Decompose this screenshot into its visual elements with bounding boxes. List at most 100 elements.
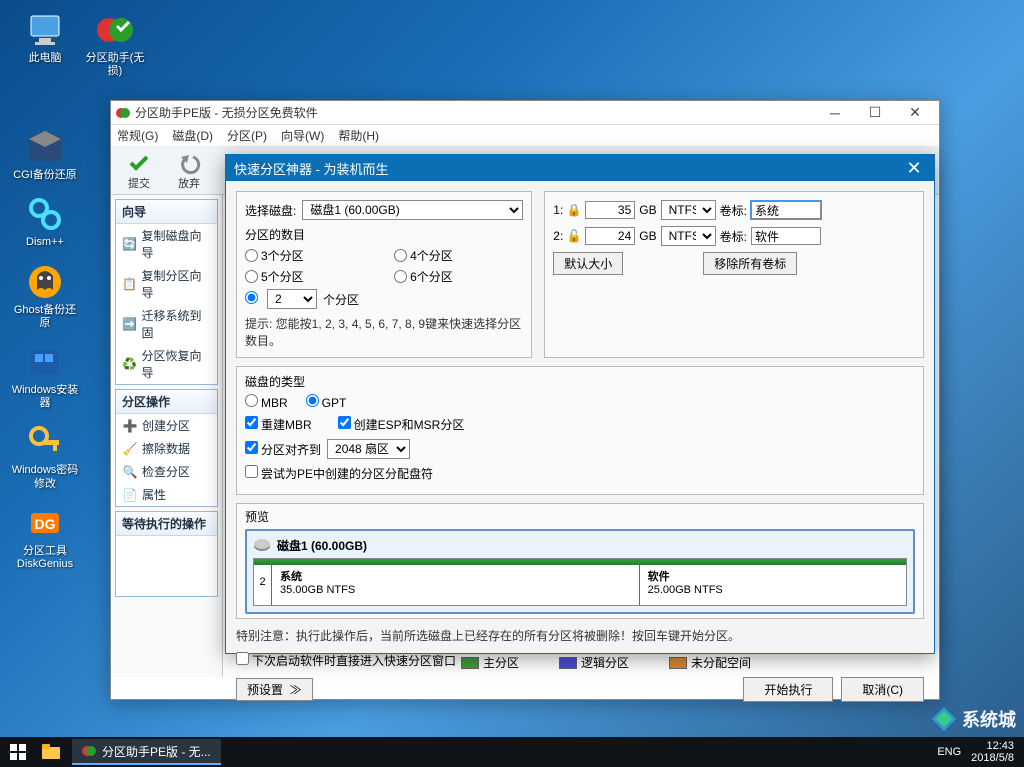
sidebar-item-check[interactable]: 🔍检查分区 (116, 460, 217, 483)
commit-button[interactable]: 提交 (119, 151, 159, 191)
app-title: 分区助手PE版 - 无损分区免费软件 (135, 104, 815, 121)
dialog-title: 快速分区神器 - 为装机而生 (234, 159, 902, 178)
fs-select-2[interactable]: NTFS (661, 226, 716, 246)
preview-part-1[interactable]: 系统 35.00GB NTFS (272, 559, 640, 605)
radio-mbr[interactable]: MBR (245, 394, 288, 410)
dialog-close-button[interactable]: ✕ (902, 158, 926, 178)
radio-6[interactable]: 6个分区 (394, 268, 523, 285)
check-icon (127, 151, 151, 175)
start-button[interactable]: 开始执行 (743, 677, 833, 702)
size-input-1[interactable] (585, 201, 635, 219)
close-button[interactable]: ✕ (895, 102, 935, 124)
sidebar-item-props[interactable]: 📄属性 (116, 483, 217, 506)
check-try-pe[interactable]: 尝试为PE中创建的分区分配盘符 (245, 465, 433, 482)
tray-lang[interactable]: ENG (937, 746, 961, 758)
desktop-icon-pa[interactable]: 分区助手(无损) (80, 10, 150, 78)
radio-gpt[interactable]: GPT (306, 394, 347, 410)
volume-input-2[interactable] (751, 227, 821, 245)
minimize-button[interactable]: ─ (815, 102, 855, 124)
taskbar-explorer-icon[interactable] (36, 737, 66, 767)
preview-label: 预览 (245, 508, 915, 525)
hint-text: 提示: 您能按1, 2, 3, 4, 5, 6, 7, 8, 9键来快速选择分区… (245, 315, 523, 349)
radio-5[interactable]: 5个分区 (245, 268, 374, 285)
check-align[interactable]: 分区对齐到 (245, 441, 321, 458)
custom-count-select[interactable]: 2 (267, 289, 317, 309)
partition-count-radios: 3个分区 4个分区 5个分区 6个分区 (245, 247, 523, 285)
right-panel: 1: 🔒 GB NTFS 卷标: 2: 🔓 GB NTFS 卷标: (544, 191, 924, 358)
menu-wizard[interactable]: 向导(W) (281, 127, 324, 144)
align-select[interactable]: 2048 扇区 (327, 439, 410, 459)
lock-icon[interactable]: 🔓 (567, 229, 581, 243)
desktop-icon-ghost[interactable]: Ghost备份还原 (10, 262, 80, 330)
desktop-icon-pwd[interactable]: Windows密码修改 (10, 422, 80, 490)
partition-count-label: 分区的数目 (245, 226, 523, 243)
radio-3[interactable]: 3个分区 (245, 247, 374, 264)
tray-date[interactable]: 2018/5/8 (971, 752, 1014, 764)
remove-labels-button[interactable]: 移除所有卷标 (703, 252, 797, 275)
menu-partition[interactable]: 分区(P) (227, 127, 267, 144)
pa-icon (95, 10, 135, 50)
sidebar-item-copy-part[interactable]: 📋复制分区向导 (116, 264, 217, 304)
sidebar-item-copy-disk[interactable]: 🔄复制磁盘向导 (116, 224, 217, 264)
app-titlebar[interactable]: 分区助手PE版 - 无损分区免费软件 ─ ☐ ✕ (111, 101, 939, 125)
preview-part-2[interactable]: 软件 25.00GB NTFS (640, 559, 906, 605)
preview-fieldset: 预览 磁盘1 (60.00GB) 2 系统 35.00GB NTFS 软件 (236, 503, 924, 619)
check-rebuild-mbr[interactable]: 重建MBR (245, 416, 312, 433)
disk-type-fieldset: 磁盘的类型 MBR GPT 重建MBR 创建ESP和MSR分区 分区对齐到 20… (236, 366, 924, 495)
size-input-2[interactable] (585, 227, 635, 245)
maximize-button[interactable]: ☐ (855, 102, 895, 124)
dialog-titlebar[interactable]: 快速分区神器 - 为装机而生 ✕ (226, 155, 934, 181)
fs-select-1[interactable]: NTFS (661, 200, 716, 220)
system-tray: ENG 12:43 2018/5/8 (927, 740, 1024, 764)
wininst-icon (25, 342, 65, 382)
quick-partition-dialog: 快速分区神器 - 为装机而生 ✕ 选择磁盘: 磁盘1 (60.00GB) 分区的… (225, 154, 935, 654)
desktop-icon-dism[interactable]: Dism++ (10, 194, 80, 249)
check-create-esp[interactable]: 创建ESP和MSR分区 (338, 416, 465, 433)
app-icon (115, 105, 131, 121)
pc-icon (25, 10, 65, 50)
taskbar-task[interactable]: 分区助手PE版 - 无... (72, 739, 221, 765)
sidebar-group-pending: 等待执行的操作 (115, 511, 218, 597)
sidebar-item-recover[interactable]: ♻️分区恢复向导 (116, 344, 217, 384)
preset-button[interactable]: 预设置 ≫ (236, 678, 313, 701)
disk-type-label: 磁盘的类型 (245, 373, 915, 390)
tray-time[interactable]: 12:43 (971, 740, 1014, 752)
wizard-icon: 🔄 (122, 236, 137, 252)
check-next-time[interactable]: 下次启动软件时直接进入快速分区窗口 (236, 652, 924, 669)
desktop-icon-dg[interactable]: DG 分区工具DiskGenius (10, 503, 80, 571)
app-menubar: 常规(G) 磁盘(D) 分区(P) 向导(W) 帮助(H) (111, 125, 939, 147)
menu-disk[interactable]: 磁盘(D) (172, 127, 213, 144)
volume-input-1[interactable] (751, 201, 821, 219)
sidebar-group-ops: 分区操作 ➕创建分区 🧹擦除数据 🔍检查分区 📄属性 (115, 389, 218, 507)
radio-4[interactable]: 4个分区 (394, 247, 523, 264)
sidebar-group-wizard: 向导 🔄复制磁盘向导 📋复制分区向导 ➡️迁移系统到固 ♻️分区恢复向导 (115, 199, 218, 385)
menu-help[interactable]: 帮助(H) (338, 127, 379, 144)
desktop-icon-cgi[interactable]: CGI备份还原 (10, 127, 80, 182)
discard-button[interactable]: 放弃 (169, 151, 209, 191)
preview-disk-label: 磁盘1 (60.00GB) (277, 537, 367, 554)
cancel-button[interactable]: 取消(C) (841, 677, 924, 702)
watermark: 系统城 (930, 705, 1016, 733)
sidebar-item-wipe[interactable]: 🧹擦除数据 (116, 437, 217, 460)
undo-icon (177, 151, 201, 175)
check-icon: 🔍 (122, 464, 138, 480)
start-button[interactable] (0, 737, 36, 767)
warning-text: 特别注意：执行此操作后，当前所选磁盘上已经存在的所有分区将被删除！按回车键开始分… (236, 627, 924, 644)
sidebar-item-migrate[interactable]: ➡️迁移系统到固 (116, 304, 217, 344)
lock-icon[interactable]: 🔒 (567, 203, 581, 217)
sidebar-item-create[interactable]: ➕创建分区 (116, 414, 217, 437)
wipe-icon: 🧹 (122, 441, 138, 457)
gear-icon (25, 194, 65, 234)
desktop-icon-pc[interactable]: 此电脑 (10, 10, 80, 65)
disk-select[interactable]: 磁盘1 (60.00GB) (302, 200, 523, 220)
preview-num: 2 (254, 559, 272, 605)
radio-custom[interactable] (245, 291, 261, 307)
partition-row-1: 1: 🔒 GB NTFS 卷标: (553, 200, 915, 220)
desktop-icon-wininst[interactable]: Windows安装器 (10, 342, 80, 410)
partition-row-2: 2: 🔓 GB NTFS 卷标: (553, 226, 915, 246)
default-size-button[interactable]: 默认大小 (553, 252, 623, 275)
menu-general[interactable]: 常规(G) (117, 127, 158, 144)
taskbar: 分区助手PE版 - 无... ENG 12:43 2018/5/8 (0, 737, 1024, 767)
cgi-icon (25, 127, 65, 167)
wizard-icon: ➡️ (122, 316, 137, 332)
